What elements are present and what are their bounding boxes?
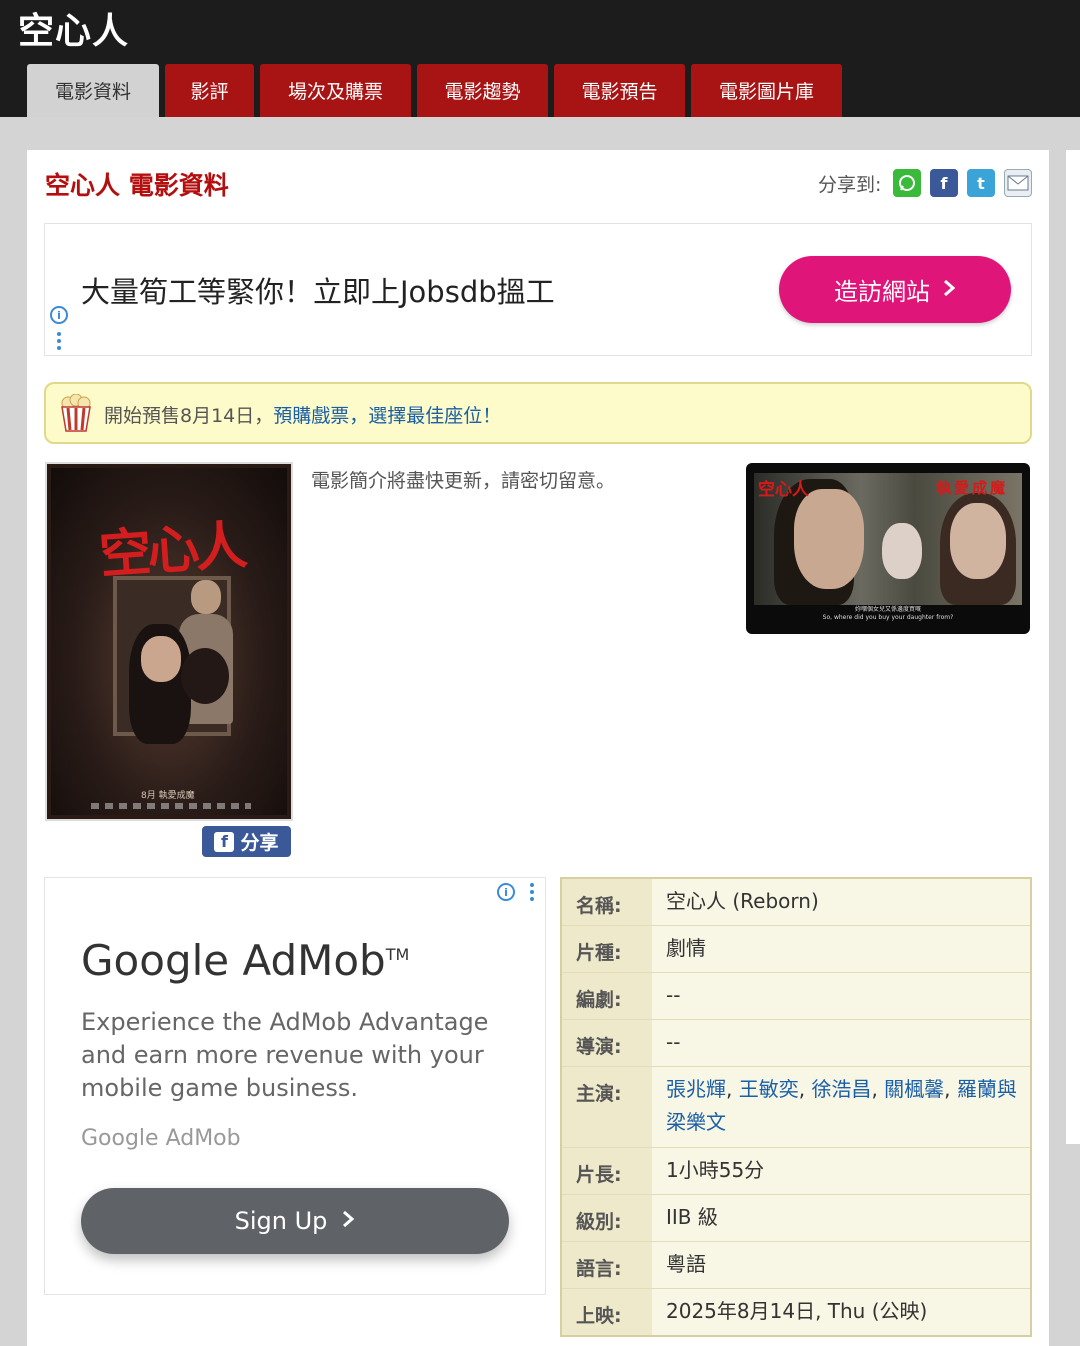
ad-banner[interactable]: 大量筍工等緊你！立即上Jobsdb搵工 造訪網站 i [44, 223, 1032, 356]
popcorn-icon [58, 393, 94, 432]
trailer-title-right: 執愛成魔 [936, 479, 1009, 497]
language-label: 語言: [562, 1242, 652, 1288]
facebook-share-button[interactable]: f 分享 [202, 826, 291, 857]
movie-info-table: 名稱: 空心人 (Reborn) 片種: 劇情 編劇: -- 導演: -- 主演… [560, 877, 1032, 1337]
page-title: 空心人 電影資料 [45, 171, 229, 200]
top-bar: 空心人 電影資料 影評 場次及購票 電影趨勢 電影預告 電影圖片庫 [0, 0, 1080, 117]
email-icon[interactable] [1004, 169, 1032, 197]
release-label: 上映: [562, 1289, 652, 1335]
admob-description: Experience the AdMob Advantage and earn … [81, 1008, 489, 1102]
whatsapp-icon[interactable] [893, 169, 921, 197]
writer-value: -- [666, 983, 681, 1007]
sign-up-button[interactable]: Sign Up [81, 1188, 509, 1254]
cast-value: 張兆輝, 王敏奕, 徐浩昌, 關楓馨, 羅蘭與 梁樂文 [666, 1077, 1017, 1134]
info-row-genre: 片種: 劇情 [562, 926, 1030, 973]
twitter-icon[interactable]: t [967, 169, 995, 197]
presale-notice: 開始預售8月14日，預購戲票，選擇最佳座位！ [44, 382, 1032, 444]
writer-label: 編劇: [562, 973, 652, 1019]
info-row-writer: 編劇: -- [562, 973, 1030, 1020]
info-row-cast: 主演: 張兆輝, 王敏奕, 徐浩昌, 關楓馨, 羅蘭與 梁樂文 [562, 1067, 1030, 1148]
movie-info-card: 空心人 電影資料 分享到: f t 大量筍工等緊你！立即上Jobsdb搵工 造訪… [27, 150, 1049, 1346]
admob-ad[interactable]: i Google AdMobTM Experience the AdMob Ad… [44, 877, 546, 1295]
info-row-release: 上映: 2025年8月14日, Thu (公映) [562, 1289, 1030, 1335]
tab-trends[interactable]: 電影趨勢 [417, 64, 548, 117]
ad-info-icon[interactable]: i [497, 883, 515, 901]
ad-info-icon[interactable]: i [50, 306, 68, 324]
tab-reviews[interactable]: 影評 [165, 64, 254, 117]
admob-title: Google AdMobTM [81, 936, 410, 985]
trailer-subtitle-en: So, where did you buy your daughter from… [822, 614, 954, 621]
info-row-name: 名稱: 空心人 (Reborn) [562, 879, 1030, 926]
cast-link[interactable]: 徐浩昌 [811, 1077, 871, 1101]
app-title: 空心人 [18, 11, 130, 52]
name-value: 空心人 (Reborn) [666, 889, 819, 913]
presale-date-text: 開始預售8月14日， [104, 405, 274, 427]
cast-link[interactable]: 張兆輝 [666, 1077, 726, 1101]
rating-value: IIB 級 [666, 1205, 718, 1229]
trailer-subtitle-zh: 妳嗰個女兒又係邊度買嘅 [854, 606, 921, 613]
tab-showtimes[interactable]: 場次及購票 [260, 64, 411, 117]
share-label: 分享到: [818, 174, 882, 196]
synopsis-text: 電影簡介將盡快更新，請密切留意。 [311, 470, 616, 492]
side-panel-edge [1066, 150, 1080, 1144]
tab-gallery[interactable]: 電影圖片庫 [691, 64, 842, 117]
language-value: 粵語 [666, 1252, 706, 1276]
trailer-title-left: 空心人 [758, 480, 809, 500]
visit-site-button[interactable]: 造訪網站 [779, 256, 1011, 323]
name-label: 名稱: [562, 879, 652, 925]
cast-label: 主演: [562, 1067, 652, 1147]
info-row-runtime: 片長: 1小時55分 [562, 1148, 1030, 1195]
runtime-label: 片長: [562, 1148, 652, 1194]
trailer-thumbnail[interactable]: 空心人 執愛成魔 妳嗰個女兒又係邊度買嘅 So, where did you b… [746, 463, 1030, 634]
visit-site-label: 造訪網站 [834, 278, 930, 306]
ad-text: 大量筍工等緊你！立即上Jobsdb搵工 [81, 275, 555, 309]
sign-up-label: Sign Up [234, 1207, 328, 1235]
cast-link[interactable]: 羅蘭與 [957, 1077, 1017, 1101]
chevron-right-icon [942, 276, 956, 304]
info-row-director: 導演: -- [562, 1020, 1030, 1067]
admob-brand: Google AdMob [81, 1126, 241, 1151]
director-label: 導演: [562, 1020, 652, 1066]
cast-link[interactable]: 關楓馨 [884, 1077, 944, 1101]
tab-movie-info[interactable]: 電影資料 [27, 64, 159, 117]
ad-options-icon[interactable] [530, 883, 534, 904]
presale-booking-link[interactable]: 預購戲票，選擇最佳座位！ [273, 405, 501, 427]
genre-label: 片種: [562, 926, 652, 972]
director-value: -- [666, 1030, 681, 1054]
poster-caption: 8月 執愛成魔 [141, 791, 195, 801]
tab-trailers[interactable]: 電影預告 [554, 64, 685, 117]
runtime-value: 1小時55分 [666, 1158, 765, 1182]
ad-options-icon[interactable] [57, 332, 61, 353]
movie-poster[interactable]: 空心人 8月 執愛成魔 [45, 462, 293, 821]
poster-credits [91, 803, 251, 809]
cast-link[interactable]: 王敏奕 [739, 1077, 799, 1101]
genre-value: 劇情 [666, 936, 706, 960]
facebook-icon: f [214, 831, 235, 852]
share-button-label: 分享 [240, 832, 279, 854]
release-value: 2025年8月14日, Thu (公映) [666, 1299, 928, 1323]
facebook-icon[interactable]: f [930, 169, 958, 197]
rating-label: 級別: [562, 1195, 652, 1241]
poster-title-art: 空心人 [97, 516, 246, 586]
info-row-rating: 級別: IIB 級 [562, 1195, 1030, 1242]
chevron-right-icon [341, 1207, 355, 1235]
trademark-mark: TM [385, 945, 410, 964]
info-row-language: 語言: 粵語 [562, 1242, 1030, 1289]
cast-link[interactable]: 梁樂文 [666, 1110, 726, 1134]
